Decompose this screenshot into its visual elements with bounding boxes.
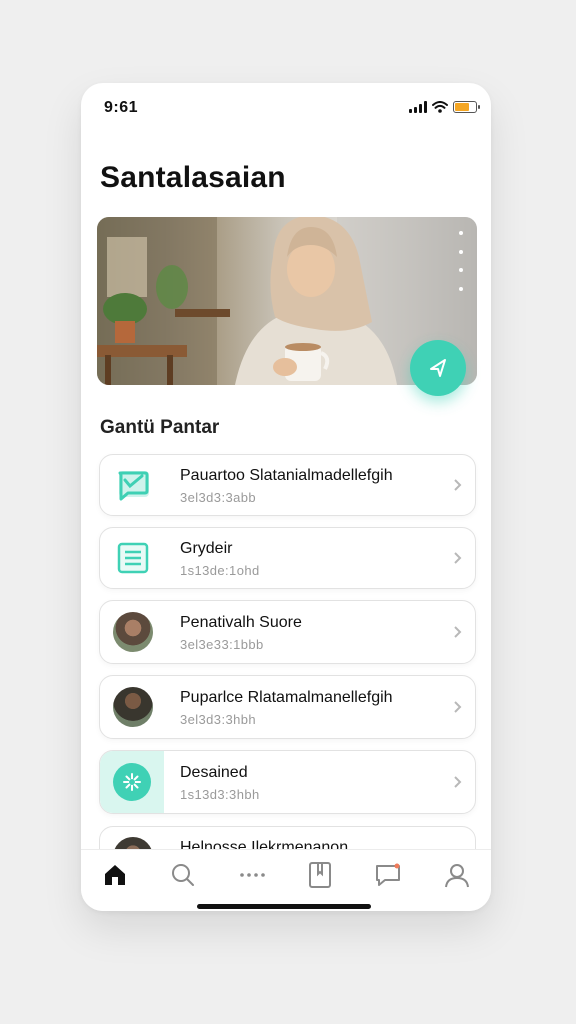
phone-screen: 9:61 Santalasaian Gantü Pantar Pauartoo …	[81, 83, 491, 911]
tab-messages[interactable]	[368, 860, 408, 890]
section-title: Gantü Pantar	[100, 417, 220, 438]
tab-bar	[81, 849, 491, 911]
home-indicator[interactable]	[197, 904, 371, 909]
chevron-right-icon	[454, 701, 462, 713]
status-icons	[409, 101, 480, 113]
avatar	[113, 612, 153, 652]
list-item-title: Grydeir	[180, 539, 233, 557]
list-item-title: Desained	[180, 763, 248, 781]
search-icon	[172, 864, 195, 886]
send-fab-button[interactable]	[410, 340, 466, 396]
bookmark-book-icon	[309, 862, 332, 888]
list-item[interactable]: Desained 1s13d3:3hbh	[99, 750, 476, 814]
document-list-icon	[113, 538, 153, 578]
status-bar: 9:61	[81, 83, 491, 133]
person-icon	[444, 864, 469, 888]
chevron-right-icon	[454, 626, 462, 638]
battery-icon	[453, 101, 480, 113]
list-item-title: Pauartoo Slatanialmadellefgih	[180, 466, 393, 484]
more-vertical-icon[interactable]	[459, 231, 465, 291]
sparkle-icon	[113, 763, 151, 801]
send-icon	[430, 359, 446, 377]
item-list: Pauartoo Slatanialmadellefgih 3el3d3:3ab…	[99, 454, 476, 825]
sparkle-tile	[100, 751, 164, 813]
list-item-title: Puparlce Rlatamalmanellefgih	[180, 688, 393, 706]
chevron-right-icon	[454, 552, 462, 564]
home-icon	[105, 865, 126, 885]
avatar	[113, 687, 153, 727]
list-item[interactable]: Puparlce Rlatamalmanellefgih 3el3d3:3hbh	[99, 675, 476, 739]
tab-home[interactable]	[95, 860, 135, 890]
message-icon	[376, 863, 401, 886]
list-item-subtitle: 1s13d3:3hbh	[180, 786, 260, 802]
list-item-subtitle: 1s13de:1ohd	[180, 562, 260, 578]
list-item-subtitle: 3el3d3:3abb	[180, 489, 256, 505]
page-title: Santalasaian	[100, 161, 286, 194]
tab-library[interactable]	[300, 860, 340, 890]
tab-profile[interactable]	[437, 860, 477, 890]
list-item[interactable]: Penativalh Suore 3el3e33:1bbb	[99, 600, 476, 664]
list-item-title: Penativalh Suore	[180, 613, 302, 631]
list-item-subtitle: 3el3e33:1bbb	[180, 636, 264, 652]
dots-icon	[240, 873, 265, 877]
chevron-right-icon	[454, 776, 462, 788]
chevron-right-icon	[454, 479, 462, 491]
list-item[interactable]: Pauartoo Slatanialmadellefgih 3el3d3:3ab…	[99, 454, 476, 516]
signal-icon	[409, 101, 427, 113]
tab-more[interactable]	[232, 860, 272, 890]
list-item-subtitle: 3el3d3:3hbh	[180, 711, 256, 727]
list-item[interactable]: Grydeir 1s13de:1ohd	[99, 527, 476, 589]
tab-search[interactable]	[163, 860, 203, 890]
wifi-icon	[432, 101, 448, 113]
status-time: 9:61	[104, 99, 139, 116]
chat-check-icon	[113, 465, 153, 505]
